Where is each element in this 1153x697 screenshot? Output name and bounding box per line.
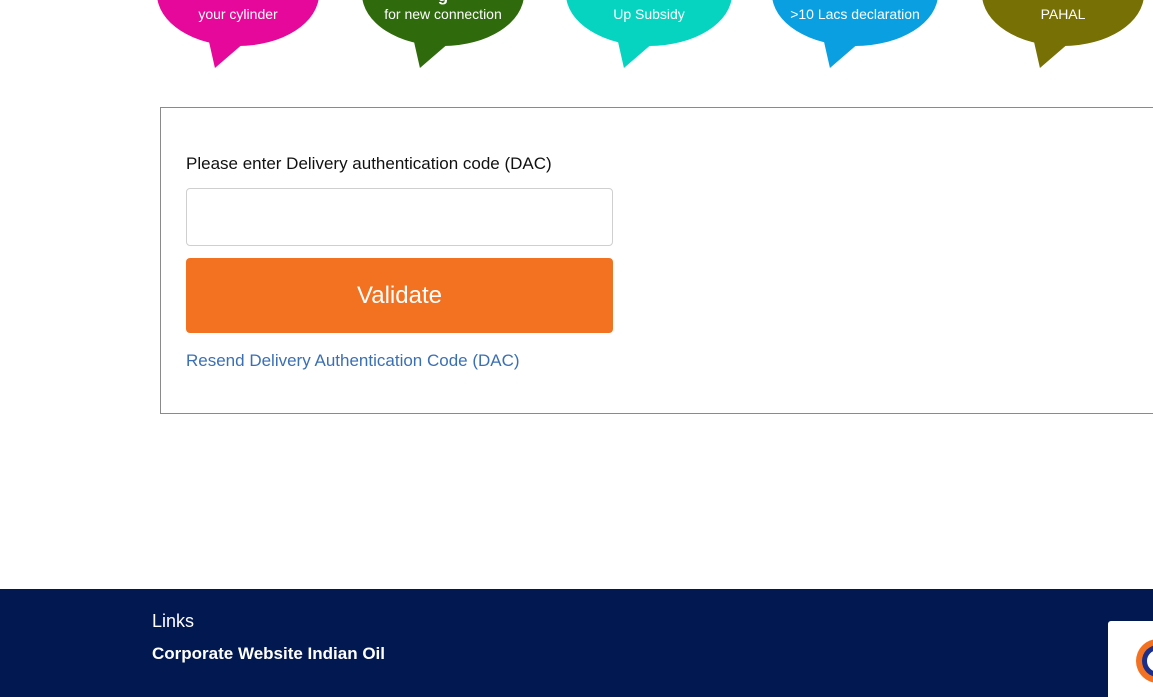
bubble-subtitle: PAHAL xyxy=(1040,6,1086,22)
dac-form-panel: Please enter Delivery authentication cod… xyxy=(160,107,1153,414)
bubble-new-connection[interactable]: g for new connection xyxy=(362,0,524,46)
bubble-book-cylinder[interactable]: your cylinder xyxy=(157,0,319,46)
bubble-title: g xyxy=(438,0,448,5)
dac-input[interactable] xyxy=(186,188,613,246)
bubble-subtitle: for new connection xyxy=(384,6,502,22)
bubble-give-up-subsidy[interactable]: Up Subsidy xyxy=(566,0,732,46)
footer: Links Corporate Website Indian Oil xyxy=(0,589,1153,697)
bubble-tail xyxy=(605,42,655,68)
resend-dac-link[interactable]: Resend Delivery Authentication Code (DAC… xyxy=(186,351,520,371)
bubble-pahal[interactable]: PAHAL xyxy=(982,0,1144,46)
bubble-income-declaration[interactable]: >10 Lacs declaration xyxy=(772,0,938,46)
footer-links-heading: Links xyxy=(152,611,195,631)
page: your cylinder g for new connection Up Su… xyxy=(0,0,1153,697)
bubble-tail xyxy=(1021,42,1071,68)
validate-button[interactable]: Validate xyxy=(186,258,613,333)
indian-oil-logo-icon xyxy=(1136,639,1153,683)
dac-label: Please enter Delivery authentication cod… xyxy=(186,154,552,173)
bubble-tail xyxy=(401,42,451,68)
bubble-subtitle: Up Subsidy xyxy=(613,6,685,22)
bubble-tail xyxy=(196,42,246,68)
bubble-subtitle: >10 Lacs declaration xyxy=(790,6,920,22)
corporate-website-link[interactable]: Corporate Website Indian Oil xyxy=(152,644,385,664)
bubble-subtitle: your cylinder xyxy=(198,6,278,22)
logo-card[interactable] xyxy=(1108,621,1153,697)
bubble-tail xyxy=(811,42,861,68)
